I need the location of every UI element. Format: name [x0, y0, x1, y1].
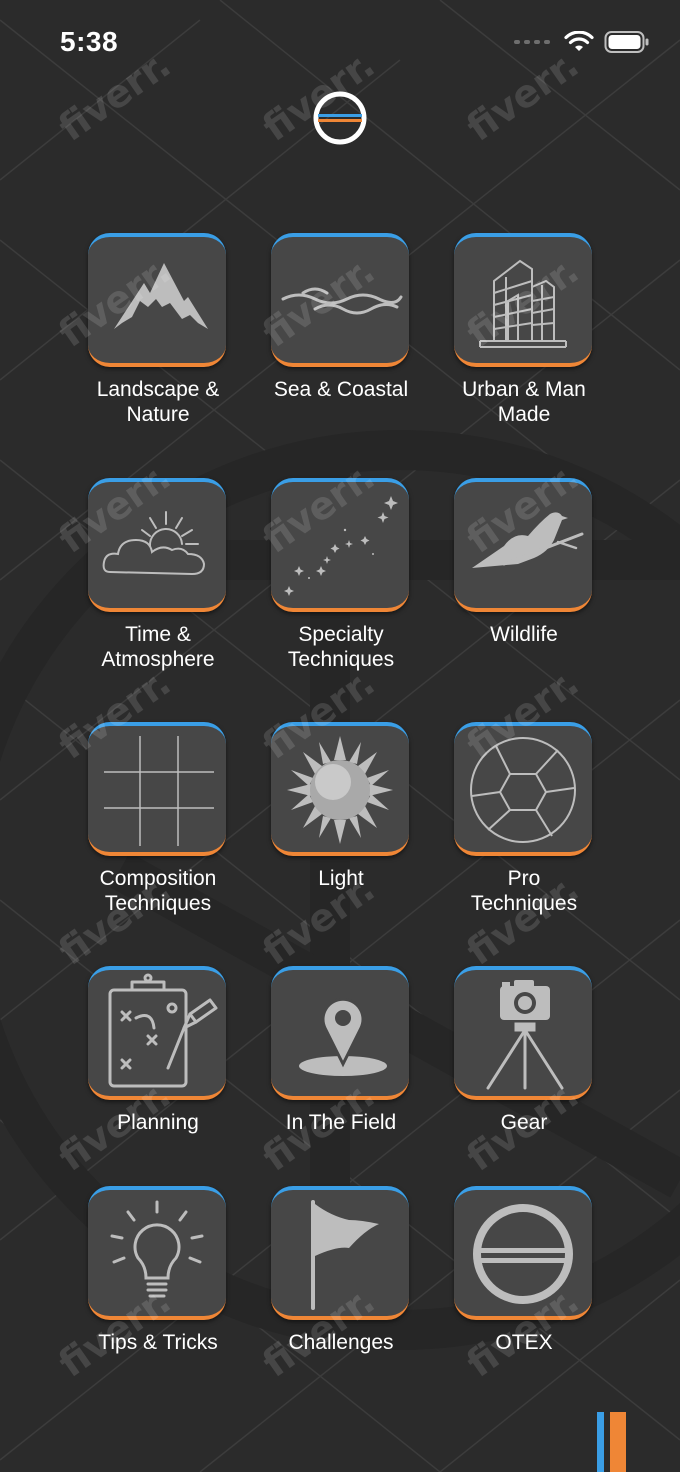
tile-label: OTEX	[495, 1331, 553, 1354]
stars-icon	[284, 496, 398, 596]
tile-icon-frame	[454, 478, 592, 612]
tile-icon-frame	[271, 478, 409, 612]
accent-stripe-orange	[610, 1412, 626, 1472]
tile-label: Pro Techniques	[470, 867, 578, 915]
tile-icon-frame	[88, 722, 226, 856]
tile-in-the-field[interactable]: In The Field	[271, 966, 411, 1134]
tile-label: Wildlife	[490, 623, 558, 646]
sun-cloud-icon	[102, 511, 206, 576]
tile-icon-frame	[271, 233, 409, 367]
tile-specialty-techniques[interactable]: Specialty Techniques	[271, 478, 411, 671]
tile-icon-frame	[271, 1186, 409, 1320]
status-time: 5:38	[60, 26, 119, 57]
tile-icon-frame	[271, 966, 409, 1100]
tile-challenges[interactable]: Challenges	[271, 1186, 411, 1354]
tile-pro-techniques[interactable]: Pro Techniques	[454, 722, 594, 915]
tile-gear[interactable]: Gear	[454, 966, 594, 1134]
tile-icon-frame	[88, 478, 226, 612]
tile-time-atmosphere[interactable]: Time & Atmosphere	[88, 478, 228, 671]
cellular-signal-icon	[514, 40, 550, 44]
wifi-icon	[564, 31, 594, 51]
tile-light[interactable]: Light	[271, 722, 411, 890]
accent-stripe-blue	[597, 1412, 604, 1472]
sun-icon	[287, 736, 393, 844]
tile-icon-frame	[454, 722, 592, 856]
tile-label: Gear	[500, 1111, 548, 1134]
tile-landscape-nature[interactable]: Landscape & Nature	[88, 233, 228, 426]
tile-otex[interactable]: OTEX	[454, 1186, 594, 1354]
status-bar: 5:38	[0, 0, 680, 88]
tile-icon-frame	[88, 966, 226, 1100]
bird-icon	[472, 512, 584, 568]
mountain-icon	[114, 263, 208, 329]
tile-icon-frame	[88, 233, 226, 367]
tile-urban-man-made[interactable]: Urban & Man Made	[454, 233, 594, 426]
tile-icon-frame	[454, 1186, 592, 1320]
flag-icon	[311, 1200, 379, 1310]
tile-icon-frame	[88, 1186, 226, 1320]
location-pin-icon	[299, 997, 387, 1076]
tile-composition-techniques[interactable]: Composition Techniques	[88, 722, 228, 915]
tile-planning[interactable]: Planning	[88, 966, 228, 1134]
tile-icon-frame	[271, 722, 409, 856]
lightbulb-icon	[110, 1200, 204, 1298]
clipboard-plan-icon	[108, 973, 218, 1088]
buildings-icon	[479, 259, 567, 348]
aperture-icon	[470, 737, 576, 843]
tile-wildlife[interactable]: Wildlife	[454, 478, 594, 646]
status-icons	[514, 30, 650, 54]
tile-tips-tricks[interactable]: Tips & Tricks	[88, 1186, 228, 1354]
tile-label: Urban & Man Made	[462, 378, 586, 426]
otex-logo-icon	[473, 1204, 573, 1304]
tile-sea-coastal[interactable]: Sea & Coastal	[271, 233, 411, 401]
otex-logo-icon[interactable]	[312, 90, 368, 146]
tile-icon-frame	[454, 233, 592, 367]
camera-tripod-icon	[486, 980, 564, 1090]
tile-icon-frame	[454, 966, 592, 1100]
battery-icon	[604, 31, 649, 53]
grid-icon	[104, 736, 214, 846]
waves-icon	[281, 287, 403, 315]
